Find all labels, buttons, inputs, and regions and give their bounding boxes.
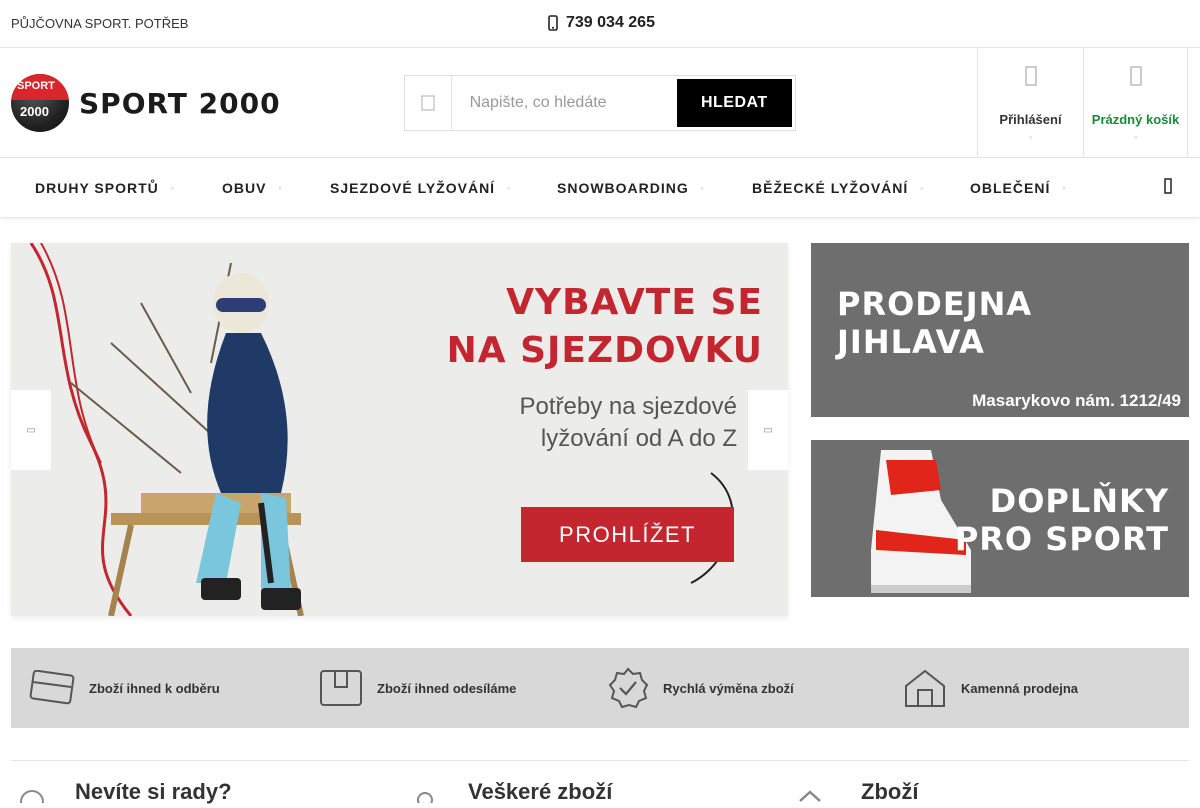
check-badge-icon — [608, 667, 649, 709]
chevron-down-icon: ▫ — [170, 183, 175, 193]
cart-label: Prázdný košík — [1091, 112, 1180, 127]
store-address: Masarykovo nám. 1212/49 — [972, 391, 1181, 410]
slider-next-icon[interactable]: ▭ — [748, 390, 788, 470]
nav-item-cross-country[interactable]: BĚŽECKÉ LYŽOVÁNÍ ▫ — [752, 158, 924, 218]
hero-subtitle: Potřeby na sjezdové lyžování od A do Z — [519, 393, 737, 452]
slider-prev-icon[interactable]: ▭ — [11, 390, 51, 470]
nav-item-downhill-skiing[interactable]: SJEZDOVÉ LYŽOVÁNÍ ▫ — [330, 158, 511, 218]
login-button[interactable]: Přihlášení ▫ — [977, 48, 1083, 158]
login-chevron-icon: ▫ — [1029, 133, 1032, 142]
nav-item-shoes[interactable]: OBUV ▫ — [222, 158, 282, 218]
benefit-item: Zboží ihned k odběru — [29, 648, 220, 728]
nav-item-snowboarding[interactable]: SNOWBOARDING ▫ — [557, 158, 705, 218]
info-row: Nevíte si rady? Veškeré zboží Zboží — [11, 760, 1189, 808]
card-icon — [29, 670, 75, 705]
gear-icon — [414, 789, 436, 808]
rental-link[interactable]: PŮJČOVNA SPORT. POTŘEB — [11, 16, 188, 31]
box-icon — [320, 670, 362, 706]
nav-item-clothing[interactable]: OBLEČENÍ ▫ — [970, 158, 1066, 218]
logo-text: SPORT 2000 — [79, 86, 281, 120]
cart-icon — [1129, 66, 1142, 92]
search-input[interactable] — [451, 76, 677, 130]
all-goods-heading[interactable]: Veškeré zboží — [468, 779, 612, 805]
chevron-down-icon: ▫ — [700, 183, 705, 193]
search-form: HLEDAT — [404, 75, 796, 131]
accessories-banner[interactable]: DOPLŇKY PRO SPORT — [811, 440, 1189, 597]
search-button[interactable]: HLEDAT — [676, 79, 792, 127]
store-icon — [797, 789, 823, 808]
hero-title: VYBAVTE SE NA SJEZDOVKU — [446, 282, 763, 371]
login-label: Přihlášení — [999, 112, 1062, 127]
main-nav: DRUHY SPORTŮ ▫ OBUV ▫ SJEZDOVÉ LYŽOVÁNÍ ▫ S… — [0, 158, 1200, 218]
benefit-item: Kamenná prodejna — [903, 648, 1078, 728]
benefit-item: Zboží ihned odesíláme — [319, 648, 516, 728]
help-icon — [19, 789, 45, 808]
top-bar: PŮJČOVNA SPORT. POTŘEB 739 034 265 — [0, 0, 1200, 48]
chevron-down-icon: ▫ — [1062, 183, 1067, 193]
nav-search-icon[interactable] — [1164, 178, 1172, 199]
user-icon — [1024, 66, 1037, 92]
cart-chevron-icon: ▫ — [1134, 133, 1137, 142]
benefits-bar: Zboží ihned k odběru Zboží ihned odesílá… — [11, 648, 1189, 728]
phone-contact[interactable]: 739 034 265 — [548, 14, 655, 32]
search-icon — [405, 76, 452, 130]
chevron-down-icon: ▫ — [278, 183, 283, 193]
hero-browse-button[interactable]: PROHLÍŽET — [521, 507, 734, 562]
chevron-down-icon: ▫ — [507, 183, 511, 193]
phone-number: 739 034 265 — [566, 14, 655, 31]
store-icon — [905, 669, 945, 707]
goods-heading[interactable]: Zboží — [861, 779, 918, 805]
store-banner-title: PRODEJNA JIHLAVA — [837, 285, 1033, 361]
nav-item-sports[interactable]: DRUHY SPORTŮ ▫ — [35, 158, 175, 218]
header: SPORT 2000 SPORT 2000 HLEDAT Přihlášení … — [0, 48, 1200, 158]
benefit-item: Rychlá výměna zboží — [607, 648, 794, 728]
chevron-down-icon: ▫ — [920, 183, 925, 193]
cart-button[interactable]: Prázdný košík ▫ — [1083, 48, 1188, 158]
hero-slider[interactable]: VYBAVTE SE NA SJEZDOVKU Potřeby na sjezd… — [11, 243, 788, 616]
phone-icon — [548, 15, 558, 31]
help-heading[interactable]: Nevíte si rady? — [75, 779, 232, 805]
accessories-banner-title: DOPLŇKY PRO SPORT — [954, 482, 1169, 558]
store-jihlava-banner[interactable]: PRODEJNA JIHLAVA Masarykovo nám. 1212/49 — [811, 243, 1189, 417]
logo[interactable]: SPORT 2000 SPORT 2000 — [11, 74, 281, 132]
logo-badge-icon: SPORT 2000 — [11, 74, 69, 132]
